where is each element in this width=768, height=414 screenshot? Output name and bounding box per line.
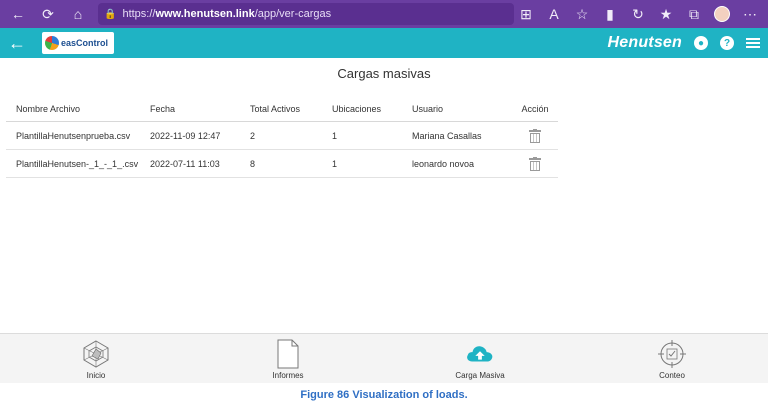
lock-icon: 🔒 xyxy=(104,8,117,20)
table-header-row: Nombre Archivo Fecha Total Activos Ubica… xyxy=(6,96,558,122)
favorite-add-icon[interactable]: ☆ xyxy=(570,2,594,26)
loads-table: Nombre Archivo Fecha Total Activos Ubica… xyxy=(6,96,558,178)
column-header-accion: Acción xyxy=(521,103,549,114)
header-actions: Henutsen ● ? xyxy=(607,34,760,52)
browser-nav-buttons: ← ⟳ ⌂ xyxy=(6,2,90,26)
collections-icon[interactable]: ⧉ xyxy=(682,2,706,26)
logo-text: easControl xyxy=(61,38,109,48)
page-title: Cargas masivas xyxy=(337,66,431,81)
nav-label-carga-masiva: Carga Masiva xyxy=(455,371,505,380)
cloud-upload-icon xyxy=(465,339,495,369)
nav-item-inicio[interactable]: Inicio xyxy=(0,334,192,383)
cell-accion xyxy=(512,128,558,143)
cell-archivo: PlantillaHenutsen-_1_-_1_.csv xyxy=(16,158,139,169)
app-header: ← easControl Henutsen ● ? xyxy=(0,28,768,58)
trash-icon[interactable] xyxy=(529,128,541,143)
cell-ubicaciones: 1 xyxy=(332,130,338,141)
hamburger-menu-icon[interactable] xyxy=(746,38,760,48)
nav-label-informes: Informes xyxy=(272,371,304,380)
browser-back-icon[interactable]: ← xyxy=(6,2,30,26)
profile-avatar[interactable] xyxy=(710,2,734,26)
company-logo: easControl xyxy=(42,32,114,54)
extensions-icon[interactable]: ▮ xyxy=(598,2,622,26)
app-grid-icon[interactable]: ⊞ xyxy=(514,2,538,26)
url-prefix: https:// xyxy=(122,8,156,20)
url-host: www.henutsen.link xyxy=(155,8,255,20)
column-header-archivo[interactable]: Nombre Archivo xyxy=(6,104,150,114)
radar-icon xyxy=(81,339,111,369)
figure-caption: Figure 86 Visualization of loads. xyxy=(300,389,468,401)
cell-archivo: PlantillaHenutsenprueba.csv xyxy=(16,130,131,141)
more-options-icon[interactable]: ⋯ xyxy=(738,2,762,26)
back-arrow-icon[interactable]: ← xyxy=(0,33,34,54)
favorites-icon[interactable]: ★ xyxy=(654,2,678,26)
table-row: PlantillaHenutsen-_1_-_1_.csv 2022-07-11… xyxy=(6,150,558,178)
user-icon[interactable]: ● xyxy=(694,36,708,50)
nav-label-inicio: Inicio xyxy=(86,371,106,380)
cell-accion xyxy=(512,156,558,171)
browser-reload-icon[interactable]: ⟳ xyxy=(36,2,60,26)
bottom-nav: Inicio Informes Carga Masiva Conteo xyxy=(0,333,768,383)
nav-item-conteo[interactable]: Conteo xyxy=(576,334,768,383)
read-aloud-icon[interactable]: A xyxy=(542,2,566,26)
cell-usuario: Mariana Casallas xyxy=(412,130,482,141)
browser-home-icon[interactable]: ⌂ xyxy=(66,2,90,26)
nav-label-conteo: Conteo xyxy=(659,371,685,380)
table-row: PlantillaHenutsenprueba.csv 2022-11-09 1… xyxy=(6,122,558,150)
column-header-usuario[interactable]: Usuario xyxy=(412,104,512,114)
address-bar[interactable]: 🔒 https://www.henutsen.link/app/ver-carg… xyxy=(98,3,514,25)
nav-item-informes[interactable]: Informes xyxy=(192,334,384,383)
cell-fecha: 2022-11-09 12:47 xyxy=(150,130,221,141)
cell-fecha: 2022-07-11 11:03 xyxy=(150,158,220,169)
browser-toolbar: ← ⟳ ⌂ 🔒 https://www.henutsen.link/app/ve… xyxy=(0,0,768,28)
cell-total: 8 xyxy=(250,158,256,169)
cell-total: 2 xyxy=(250,130,256,141)
logo-mark-icon xyxy=(45,36,59,50)
cell-ubicaciones: 1 xyxy=(332,158,338,169)
trash-icon[interactable] xyxy=(529,156,541,171)
document-icon xyxy=(273,339,303,369)
browser-actions: ⊞ A ☆ ▮ ↻ ★ ⧉ ⋯ xyxy=(514,2,762,26)
cell-usuario: leonardo novoa xyxy=(412,158,475,169)
help-icon[interactable]: ? xyxy=(720,36,734,50)
url-path: /app/ver-cargas xyxy=(254,8,332,20)
refresh-alt-icon[interactable]: ↻ xyxy=(626,2,650,26)
column-header-ubicaciones[interactable]: Ubicaciones xyxy=(332,104,412,114)
column-header-total[interactable]: Total Activos xyxy=(250,104,332,114)
brand-logo: Henutsen xyxy=(607,34,682,51)
nav-item-carga-masiva[interactable]: Carga Masiva xyxy=(384,334,576,383)
target-icon xyxy=(657,339,687,369)
column-header-fecha[interactable]: Fecha xyxy=(150,104,250,114)
